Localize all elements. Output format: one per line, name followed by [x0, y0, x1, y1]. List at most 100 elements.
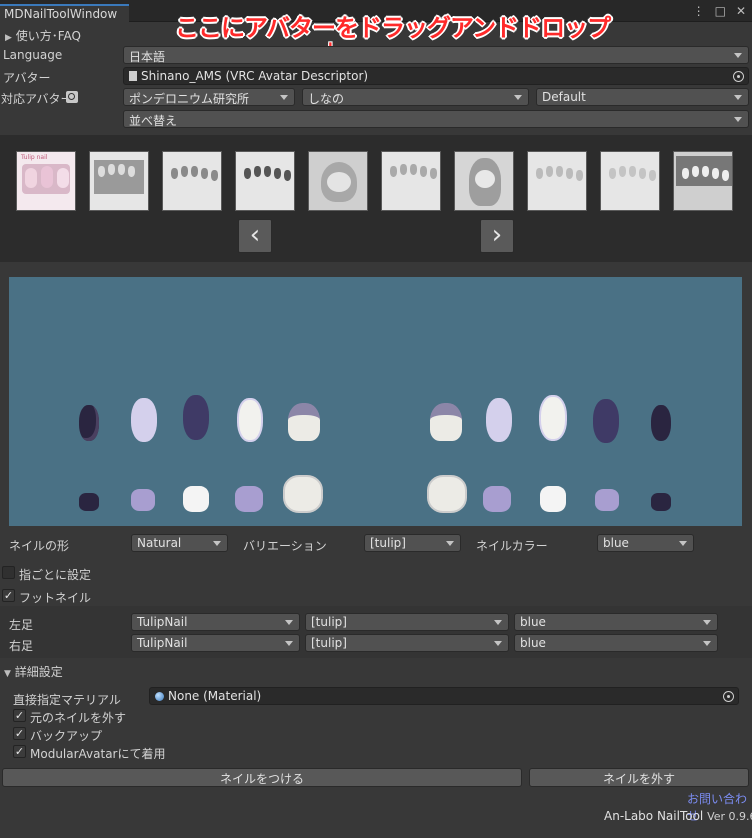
- nail-preview-item: [183, 395, 209, 440]
- nail-thumbnail[interactable]: [235, 151, 295, 211]
- nail-thumbnail[interactable]: [381, 151, 441, 211]
- per-finger-label: 指ごとに設定: [19, 568, 92, 582]
- variation-dropdown[interactable]: [tulip]: [364, 534, 461, 552]
- avatar-file-icon: [129, 71, 137, 81]
- window-tab[interactable]: MDNailToolWindow: [0, 4, 129, 22]
- nail-color-dropdown[interactable]: blue: [597, 534, 694, 552]
- nail-thumbnail[interactable]: [454, 151, 514, 211]
- version-label: Ver 0.9.6: [707, 810, 752, 823]
- nail-preview-item: [483, 486, 511, 512]
- nail-preview-item: [237, 398, 263, 442]
- prev-page-button[interactable]: ‹: [238, 219, 272, 253]
- thumbnail-title: Tulip nail: [21, 154, 48, 161]
- left-foot-color-dropdown[interactable]: blue: [514, 613, 718, 631]
- nail-preview-item: [427, 475, 467, 513]
- backup-checkbox[interactable]: ✓: [13, 727, 26, 740]
- shop-dropdown[interactable]: ポンデロニウム研究所: [123, 88, 295, 106]
- nail-thumbnail[interactable]: [89, 151, 149, 211]
- faq-label: 使い方･FAQ: [15, 29, 81, 43]
- language-value: 日本語: [129, 50, 166, 64]
- nail-thumbnail[interactable]: [600, 151, 660, 211]
- nail-preview-item: [288, 403, 320, 441]
- nail-thumbnail[interactable]: [527, 151, 587, 211]
- nail-preview-item: [79, 493, 99, 511]
- remove-nail-button[interactable]: ネイルを外す: [529, 768, 749, 787]
- object-picker-icon[interactable]: [723, 691, 734, 702]
- right-foot-design-dropdown[interactable]: TulipNail: [131, 634, 300, 652]
- foldout-collapsed-icon: ▶: [5, 33, 12, 43]
- chevron-left-icon: ‹: [249, 220, 261, 250]
- right-foot-color-dropdown[interactable]: blue: [514, 634, 718, 652]
- sort-value: 並べ替え: [129, 114, 178, 128]
- left-foot-variation-value: [tulip]: [311, 615, 347, 629]
- nail-preview-item: [430, 403, 462, 441]
- nail-color-label: ネイルカラー: [476, 539, 548, 553]
- next-page-button[interactable]: ›: [480, 219, 514, 253]
- variant-value: Default: [542, 90, 586, 104]
- language-dropdown[interactable]: 日本語: [123, 46, 749, 64]
- nail-thumbnail[interactable]: [162, 151, 222, 211]
- variant-dropdown[interactable]: Default: [536, 88, 749, 106]
- window-tab-title: MDNailToolWindow: [4, 7, 118, 21]
- nail-preview-item: [539, 395, 567, 441]
- right-foot-design-value: TulipNail: [137, 636, 188, 650]
- sort-dropdown[interactable]: 並べ替え: [123, 110, 749, 128]
- backup-label: バックアップ: [30, 729, 103, 743]
- nail-thumbnail[interactable]: [308, 151, 368, 211]
- right-foot-variation-dropdown[interactable]: [tulip]: [305, 634, 509, 652]
- object-picker-icon[interactable]: [733, 71, 744, 82]
- material-object-field[interactable]: None (Material): [149, 687, 739, 705]
- nail-preview-item: [79, 405, 99, 441]
- foldout-expanded-icon: ▼: [4, 669, 11, 679]
- avatar-label: アバター: [3, 71, 51, 85]
- nail-thumbnail[interactable]: [673, 151, 733, 211]
- product-name: An-Labo NailTool: [604, 809, 704, 823]
- right-foot-variation-value: [tulip]: [311, 636, 347, 650]
- modular-avatar-checkbox[interactable]: ✓: [13, 745, 26, 758]
- nail-shape-value: Natural: [137, 536, 182, 550]
- material-icon: [155, 692, 164, 701]
- avatar-select-dropdown[interactable]: しなの: [302, 88, 529, 106]
- modular-avatar-label: ModularAvatarにて着用: [30, 747, 166, 761]
- nail-preview: [9, 277, 742, 526]
- remove-original-label: 元のネイルを外す: [30, 711, 127, 725]
- maximize-icon[interactable]: □: [715, 4, 726, 18]
- nail-color-value: blue: [603, 536, 629, 550]
- nail-preview-item: [540, 486, 566, 512]
- faq-foldout[interactable]: ▶ 使い方･FAQ: [5, 27, 81, 44]
- nail-thumbnail[interactable]: Tulip nail: [16, 151, 76, 211]
- language-label: Language: [3, 48, 63, 62]
- left-foot-label: 左足: [9, 618, 34, 632]
- left-foot-color-value: blue: [520, 615, 546, 629]
- shop-value: ポンデロニウム研究所: [129, 92, 250, 106]
- chevron-right-icon: ›: [491, 220, 503, 250]
- advanced-label: 詳細設定: [14, 665, 63, 679]
- foot-nail-label: フットネイル: [19, 591, 92, 605]
- nail-preview-item: [131, 489, 155, 511]
- left-foot-variation-dropdown[interactable]: [tulip]: [305, 613, 509, 631]
- foot-nail-checkbox[interactable]: ✓: [2, 589, 15, 602]
- drag-drop-annotation: ここにアバターをドラッグアンドドロップ: [175, 14, 611, 42]
- variation-value: [tulip]: [370, 536, 406, 550]
- avatar-object-field[interactable]: Shinano_AMS (VRC Avatar Descriptor): [123, 67, 749, 85]
- nail-preview-item: [486, 398, 512, 442]
- material-label: 直接指定マテリアル: [13, 693, 121, 707]
- advanced-foldout[interactable]: ▼ 詳細設定: [4, 663, 63, 680]
- footer-product: An-Labo NailTool Ver 0.9.6: [604, 809, 752, 823]
- nail-preview-item: [651, 493, 671, 511]
- nail-preview-item: [651, 405, 671, 441]
- nail-preview-item: [593, 399, 619, 443]
- attach-nail-button[interactable]: ネイルをつける: [2, 768, 522, 787]
- avatar-value: Shinano_AMS (VRC Avatar Descriptor): [141, 69, 369, 83]
- left-foot-design-dropdown[interactable]: TulipNail: [131, 613, 300, 631]
- nail-shape-dropdown[interactable]: Natural: [131, 534, 228, 552]
- per-finger-checkbox[interactable]: [2, 566, 15, 579]
- menu-icon[interactable]: ⋮: [693, 4, 705, 18]
- remove-original-checkbox[interactable]: ✓: [13, 709, 26, 722]
- variation-label: バリエーション: [243, 539, 327, 553]
- right-foot-label: 右足: [9, 639, 34, 653]
- nail-shape-label: ネイルの形: [9, 539, 70, 553]
- window-controls: ⋮ □ ✕: [693, 4, 746, 18]
- search-icon[interactable]: [66, 91, 78, 103]
- close-icon[interactable]: ✕: [736, 4, 746, 18]
